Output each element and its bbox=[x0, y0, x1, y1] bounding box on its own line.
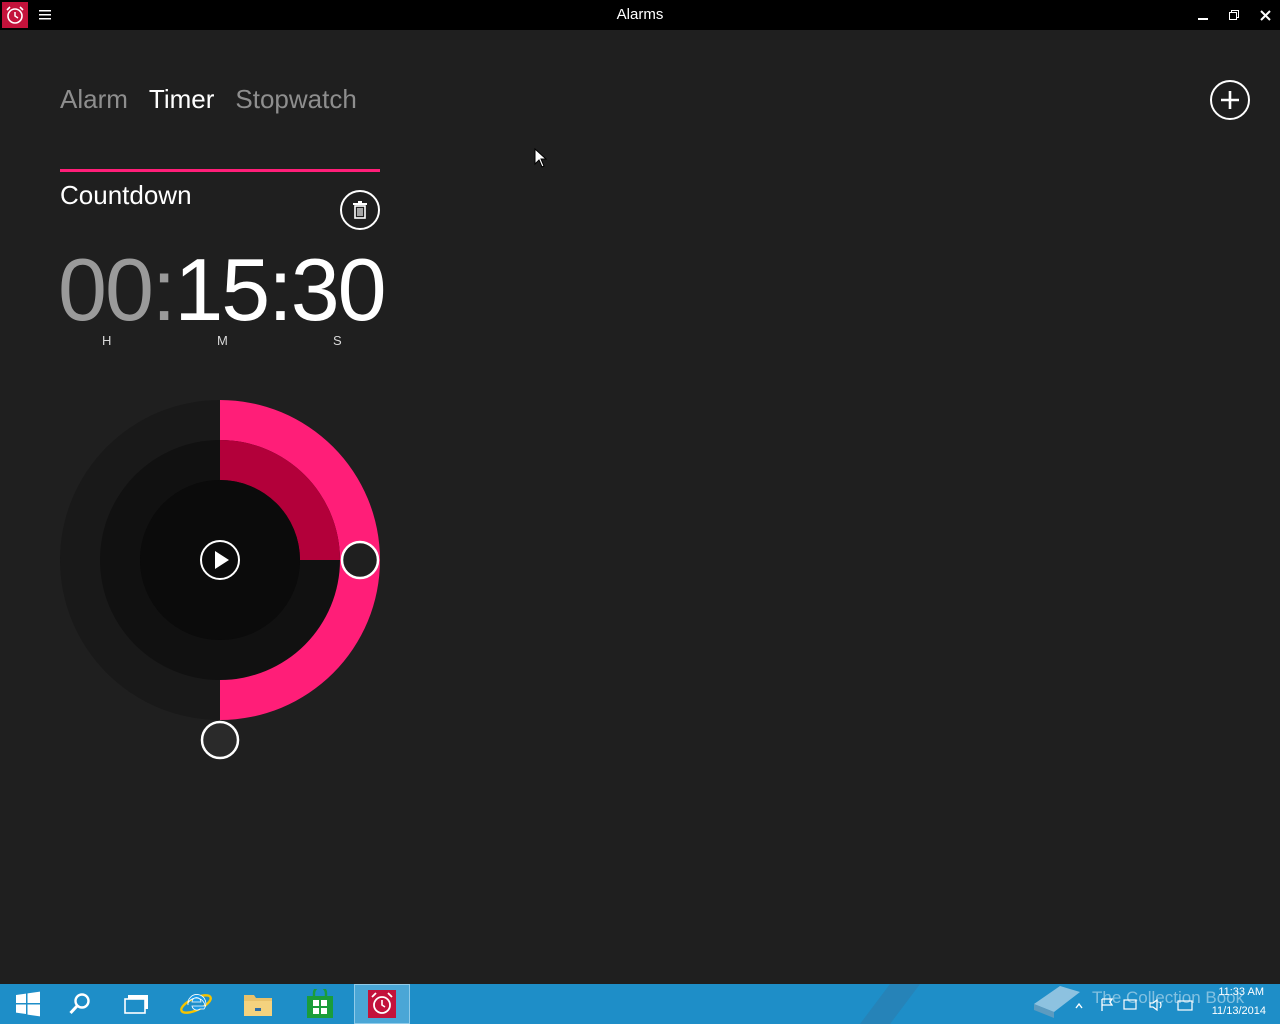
time-separator: : bbox=[268, 240, 292, 339]
start-button[interactable] bbox=[0, 984, 56, 1024]
unit-seconds-label: S bbox=[333, 333, 342, 348]
alarms-taskbar-button[interactable] bbox=[354, 984, 410, 1024]
unit-minutes-label: M bbox=[217, 333, 228, 348]
alarm-app-icon bbox=[2, 2, 28, 28]
time-separator: : bbox=[151, 240, 176, 339]
window-title: Alarms bbox=[616, 6, 664, 23]
task-view-button[interactable] bbox=[109, 984, 165, 1024]
show-hidden-icons-icon bbox=[1075, 1002, 1083, 1009]
timer-minutes[interactable]: 15 bbox=[174, 240, 270, 339]
tab-stopwatch[interactable]: Stopwatch bbox=[235, 84, 356, 115]
hamburger-menu-icon[interactable] bbox=[36, 6, 54, 24]
system-tray-icons bbox=[1075, 998, 1193, 1012]
volume-icon bbox=[1149, 998, 1162, 1012]
trash-icon bbox=[353, 201, 367, 219]
close-button[interactable] bbox=[1250, 0, 1280, 30]
add-timer-button[interactable] bbox=[1210, 80, 1250, 120]
timer-dial[interactable] bbox=[60, 400, 380, 760]
internet-explorer-button[interactable] bbox=[168, 984, 224, 1024]
tab-alarm[interactable]: Alarm bbox=[60, 84, 128, 115]
mode-tabs: Alarm Timer Stopwatch bbox=[60, 84, 357, 115]
alarm-clock-icon bbox=[368, 990, 396, 1018]
timer-accent-line bbox=[60, 169, 380, 172]
plus-icon bbox=[1221, 91, 1239, 109]
minimize-button[interactable] bbox=[1188, 0, 1218, 30]
timer-seconds[interactable]: 30 bbox=[291, 240, 387, 339]
taskbar-clock-date[interactable]: 11/13/2014 bbox=[1212, 1005, 1266, 1017]
file-explorer-icon bbox=[244, 995, 272, 1016]
tab-timer[interactable]: Timer bbox=[149, 84, 214, 115]
unit-hours-label: H bbox=[102, 333, 112, 348]
seconds-drag-handle[interactable] bbox=[200, 720, 240, 760]
network-icon bbox=[1123, 999, 1137, 1010]
title-bar: Alarms bbox=[0, 0, 1280, 30]
windows-start-icon bbox=[16, 991, 40, 1017]
taskbar-clock-time[interactable]: 11:33 AM bbox=[1218, 986, 1264, 998]
minutes-drag-handle[interactable] bbox=[340, 540, 380, 580]
search-button[interactable] bbox=[52, 984, 108, 1024]
mouse-cursor-icon bbox=[534, 148, 548, 168]
timer-display: 00:15:30 bbox=[58, 240, 387, 340]
timer-name[interactable]: Countdown bbox=[60, 180, 192, 211]
taskbar-decoration bbox=[860, 984, 920, 1024]
search-icon bbox=[69, 993, 90, 1015]
restore-button[interactable] bbox=[1219, 0, 1249, 30]
file-explorer-button[interactable] bbox=[230, 984, 286, 1024]
delete-timer-button[interactable] bbox=[340, 190, 380, 230]
store-button[interactable] bbox=[292, 984, 348, 1024]
keyboard-icon bbox=[1177, 1000, 1193, 1011]
timer-hours[interactable]: 00 bbox=[58, 240, 154, 339]
store-icon bbox=[307, 989, 333, 1018]
internet-explorer-icon bbox=[180, 994, 212, 1014]
action-center-flag-icon bbox=[1101, 998, 1114, 1011]
task-view-icon bbox=[124, 995, 148, 1014]
